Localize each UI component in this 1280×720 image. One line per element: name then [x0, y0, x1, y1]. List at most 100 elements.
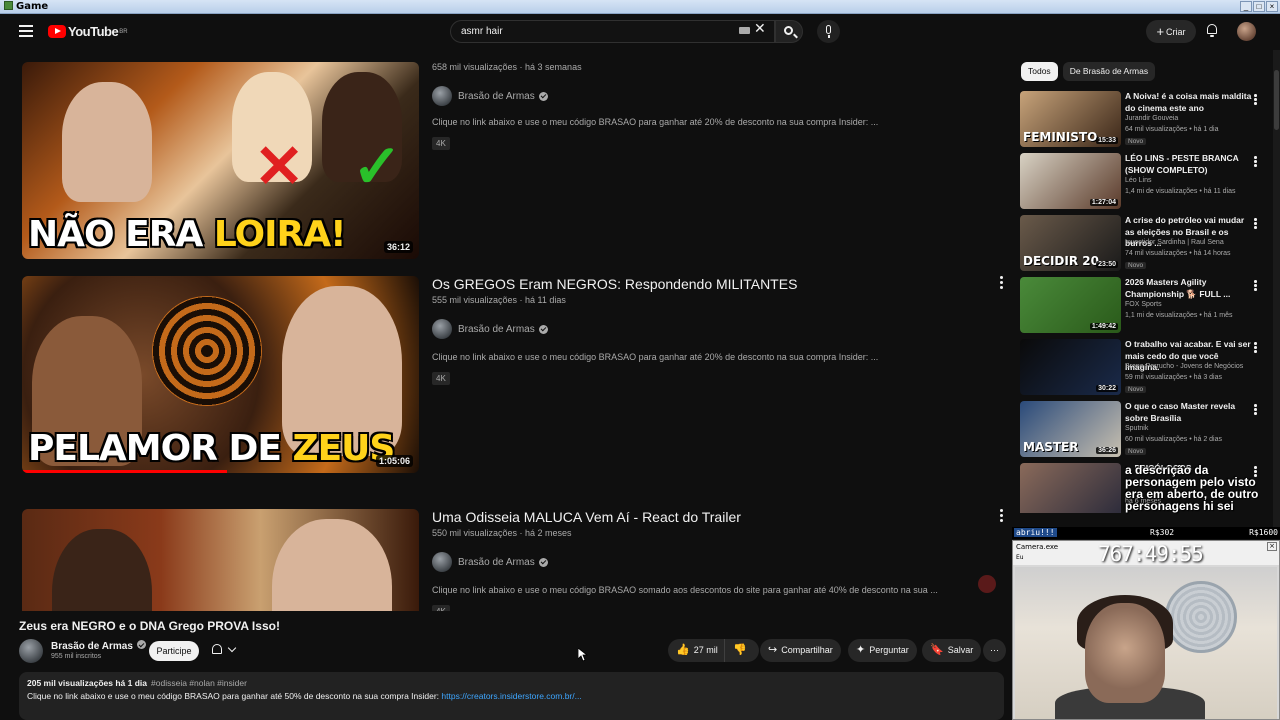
- video-title[interactable]: Os GREGOS Eram NEGROS: Respondendo MILIT…: [432, 276, 797, 292]
- page-scrollbar[interactable]: [1273, 50, 1280, 530]
- channel-name[interactable]: Brasão de Armas: [458, 557, 535, 568]
- channel-watermark-icon[interactable]: [978, 575, 996, 593]
- channel-row[interactable]: Brasão de Armas: [432, 86, 548, 106]
- thumb-figure: [62, 82, 152, 202]
- sidebar-video-item[interactable]: 1:27:04 LÉO LINS - PESTE BRANCA (SHOW COM…: [1020, 153, 1270, 211]
- join-button[interactable]: Participe: [149, 641, 199, 661]
- create-label: Criar: [1166, 27, 1186, 37]
- more-actions-button[interactable]: ⋯: [983, 639, 1006, 662]
- fan-image: [1165, 581, 1237, 653]
- sidebar-thumbnail[interactable]: 30:22: [1020, 339, 1121, 395]
- result-item[interactable]: ✕ ✓ NÃO ERA LOIRA! 36:12 658 mil visuali…: [20, 62, 1020, 262]
- sidebar-video-title[interactable]: O que o caso Master revela sobre Brasíli…: [1125, 401, 1253, 424]
- search-input[interactable]: [451, 21, 721, 42]
- sidebar-chips: Todos De Brasão de Armas: [1021, 62, 1156, 81]
- sidebar-thumbnail[interactable]: 1:49:42: [1020, 277, 1121, 333]
- sidebar-thumbnail[interactable]: DECIDIR 20 23:50: [1020, 215, 1121, 271]
- sidebar-video-item[interactable]: 1:49:42 2026 Masters Agility Championship…: [1020, 277, 1270, 335]
- share-label: Compartilhar: [781, 645, 833, 655]
- sidebar-video-meta: 64 mil visualizações • há 1 dia: [1125, 126, 1219, 133]
- duration-badge: 36:12: [383, 241, 413, 253]
- thumb-figure: [272, 519, 392, 611]
- sidebar-duration: 30:22: [1096, 385, 1118, 392]
- sidebar-video-title[interactable]: LÉO LINS - PESTE BRANCA (SHOW COMPLETO): [1125, 153, 1253, 176]
- video-thumbnail[interactable]: [22, 509, 419, 611]
- video-thumbnail[interactable]: ✕ ✓ NÃO ERA LOIRA! 36:12: [22, 62, 419, 259]
- voice-search-button[interactable]: [817, 20, 840, 43]
- account-avatar[interactable]: [1237, 22, 1256, 41]
- more-options-icon[interactable]: [1254, 342, 1257, 354]
- sidebar-video-title[interactable]: A Noiva! é a coisa mais maldita do cinem…: [1125, 91, 1253, 114]
- maximize-button[interactable]: □: [1253, 1, 1265, 12]
- description-box[interactable]: 205 mil visualizações há 1 dia #odisseia …: [19, 672, 1004, 720]
- more-options-icon[interactable]: [1254, 218, 1257, 230]
- sidebar-video-meta: 1,4 mi de visualizações • há 11 dias: [1125, 188, 1236, 195]
- more-options-icon[interactable]: [998, 509, 1004, 524]
- sidebar-video-meta: 60 mil visualizações • há 2 dias: [1125, 436, 1222, 443]
- subscription-bell-icon[interactable]: [209, 643, 239, 658]
- player-channel-name[interactable]: Brasão de Armas: [51, 640, 146, 652]
- more-options-icon[interactable]: [1254, 404, 1257, 416]
- sidebar-video-item[interactable]: DECIDIR 20 23:50 A crise do petróleo vai m…: [1020, 215, 1270, 273]
- video-title[interactable]: Uma Odisseia MALUCA Vem Aí - React do Tr…: [432, 509, 741, 525]
- ask-button[interactable]: ✦ Perguntar: [848, 639, 917, 662]
- sidebar-channel-name[interactable]: Breno Perrucho - Jovens de Negócios: [1125, 363, 1243, 370]
- new-badge: Novo: [1125, 138, 1147, 145]
- clear-search-icon[interactable]: ✕: [754, 20, 766, 37]
- video-thumbnail[interactable]: PELAMOR DE ZEUS 1:05:06: [22, 276, 419, 473]
- sidebar-video-title[interactable]: 2026 Masters Agility Championship 🐕 FULL…: [1125, 277, 1253, 300]
- thumbs-down-icon: 👎: [733, 644, 747, 656]
- sidebar-thumbnail[interactable]: FEMINISTO 15:33: [1020, 91, 1121, 147]
- description-tags[interactable]: #odisseia #nolan #insider: [151, 678, 247, 688]
- more-options-icon[interactable]: [998, 276, 1004, 291]
- notifications-icon[interactable]: [1206, 24, 1218, 37]
- person-face: [1085, 603, 1165, 703]
- result-item[interactable]: PELAMOR DE ZEUS 1:05:06 Os GREGOS Eram N…: [20, 276, 1020, 476]
- channel-avatar[interactable]: [432, 552, 452, 572]
- sidebar-video-item[interactable]: FEMINISTO 15:33 A Noiva! é a coisa mais ma…: [1020, 91, 1270, 149]
- dislike-button[interactable]: 👎: [724, 639, 759, 662]
- minimize-button[interactable]: _: [1240, 1, 1252, 12]
- description-link[interactable]: https://creators.insiderstore.com.br/...: [441, 691, 581, 701]
- save-label: Salvar: [947, 645, 974, 655]
- camera-close-button[interactable]: ×: [1267, 542, 1277, 551]
- stream-timer: 767:49:55: [1098, 542, 1204, 566]
- search-button[interactable]: [775, 20, 803, 43]
- result-item[interactable]: Uma Odisseia MALUCA Vem Aí - React do Tr…: [20, 509, 1020, 611]
- chip-channel[interactable]: De Brasão de Armas: [1062, 62, 1156, 81]
- sidebar-video-item[interactable]: 30:22 O trabalho vai acabar. E vai ser ma…: [1020, 339, 1270, 397]
- sidebar-channel-name[interactable]: Sputnik: [1125, 425, 1148, 432]
- youtube-logo[interactable]: YouTube BR: [48, 24, 128, 39]
- channel-avatar[interactable]: [432, 86, 452, 106]
- more-options-icon[interactable]: [1254, 156, 1257, 168]
- sidebar-thumbnail[interactable]: MASTER 36:26: [1020, 401, 1121, 457]
- more-options-icon[interactable]: [1254, 94, 1257, 106]
- sidebar-video-item[interactable]: MASTER 36:26 O que o caso Master revela so…: [1020, 401, 1270, 459]
- close-button[interactable]: ×: [1266, 1, 1278, 12]
- sidebar-channel-name[interactable]: Léo Lins: [1125, 177, 1151, 184]
- channel-name[interactable]: Brasão de Armas: [458, 91, 535, 102]
- sidebar-channel-name[interactable]: Jurandir Gouveia: [1125, 115, 1178, 122]
- more-options-icon[interactable]: [1254, 280, 1257, 292]
- channel-row[interactable]: Brasão de Armas: [432, 319, 548, 339]
- create-button[interactable]: + Criar: [1146, 20, 1196, 43]
- menu-icon[interactable]: [19, 25, 33, 37]
- game-icon: [4, 1, 13, 10]
- sidebar-duration: 23:50: [1096, 261, 1118, 268]
- sidebar-thumbnail[interactable]: 1:27:04: [1020, 153, 1121, 209]
- player-channel-avatar[interactable]: [19, 639, 43, 663]
- verified-icon: [136, 640, 146, 649]
- like-button[interactable]: 👍 27 mil: [668, 639, 724, 662]
- channel-row[interactable]: Brasão de Armas: [432, 552, 548, 572]
- description-stats: 205 mil visualizações há 1 dia #odisseia …: [27, 678, 247, 688]
- sidebar-thumbnail[interactable]: [1020, 463, 1121, 513]
- keyboard-icon[interactable]: [739, 27, 750, 34]
- sidebar-channel-name[interactable]: Investidor Sardinha | Raul Sena: [1125, 239, 1224, 246]
- window-title: Game: [4, 1, 48, 12]
- channel-name[interactable]: Brasão de Armas: [458, 324, 535, 335]
- share-button[interactable]: ↪ Compartilhar: [760, 639, 841, 662]
- sidebar-channel-name[interactable]: FOX Sports: [1125, 301, 1162, 308]
- save-button[interactable]: 🔖 Salvar: [922, 639, 982, 662]
- chip-all[interactable]: Todos: [1021, 62, 1058, 81]
- channel-avatar[interactable]: [432, 319, 452, 339]
